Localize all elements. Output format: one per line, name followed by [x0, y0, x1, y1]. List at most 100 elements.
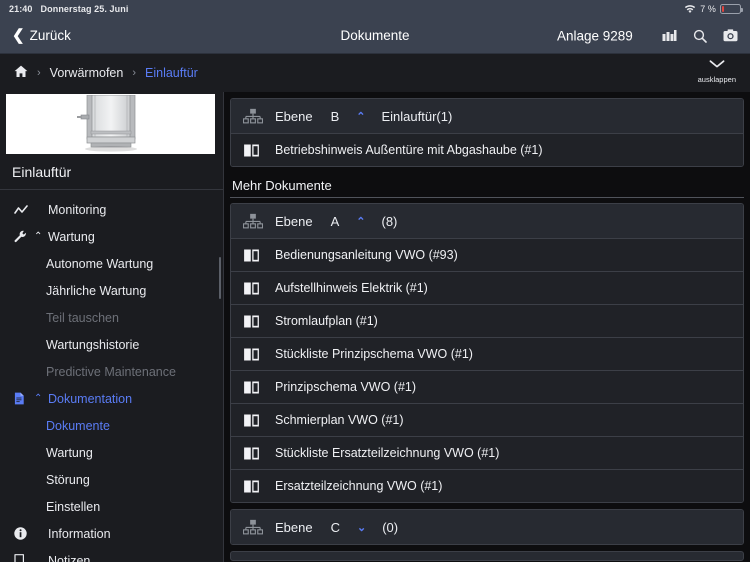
plant-label: Anlage 9289: [557, 28, 633, 43]
breadcrumb-item-vorwaermofen[interactable]: Vorwärmofen: [50, 66, 124, 80]
group-header-b[interactable]: Ebene B ⌃ Einlauftür(1): [231, 99, 743, 133]
wrench-icon: [14, 230, 34, 243]
sidebar-item-dok-wartung[interactable]: Wartung: [0, 439, 223, 466]
sidebar-item-teil-tauschen: Teil tauschen: [0, 304, 223, 331]
group-ebene-label: Ebene: [275, 213, 313, 229]
breadcrumb-separator-1: ›: [37, 67, 41, 79]
breadcrumb-item-einlauftuer[interactable]: Einlauftür: [145, 66, 198, 80]
sidebar-item-label: Wartungshistorie: [46, 337, 140, 352]
expand-button[interactable]: ausklappen: [698, 56, 736, 84]
sidebar-item-autonome-wartung[interactable]: Autonome Wartung: [0, 250, 223, 277]
navigation-bar: ❮ Zurück Dokumente Anlage 9289: [0, 18, 750, 54]
document-group-partial[interactable]: [230, 551, 744, 561]
chevron-left-icon: ❮: [12, 27, 25, 44]
document-title: Prinzipschema VWO (#1): [275, 380, 417, 394]
book-icon: [243, 479, 273, 494]
bookmark-icon: [14, 553, 34, 562]
sidebar-item-predictive-maintenance: Predictive Maintenance: [0, 358, 223, 385]
sidebar-item-label: Notizen: [48, 553, 91, 562]
document-row[interactable]: Aufstellhinweis Elektrik (#1): [231, 271, 743, 304]
book-icon: [243, 314, 273, 329]
document-row[interactable]: Bedienungsanleitung VWO (#93): [231, 238, 743, 271]
sidebar-item-label: Autonome Wartung: [46, 256, 154, 271]
sidebar-item-label: Monitoring: [48, 202, 107, 217]
sidebar-item-label: Wartung: [46, 445, 93, 460]
sidebar-item-monitoring[interactable]: Monitoring: [0, 196, 223, 223]
hierarchy-icon: [243, 108, 263, 124]
sidebar-item-label: Wartung: [48, 229, 95, 244]
sidebar-item-dokumente[interactable]: Dokumente: [0, 412, 223, 439]
factory-icon[interactable]: [662, 29, 677, 42]
chevron-up-icon: ⌃: [34, 231, 43, 242]
sidebar-item-einstellen[interactable]: Einstellen: [0, 493, 223, 520]
group-letter: A: [330, 213, 340, 229]
chevron-down-icon[interactable]: ⌄: [357, 521, 366, 534]
breadcrumb: › Vorwärmofen › Einlauftür ausklappen: [0, 54, 750, 92]
sidebar-item-wartungshistorie[interactable]: Wartungshistorie: [0, 331, 223, 358]
camera-icon[interactable]: [723, 29, 738, 42]
document-group-b: Ebene B ⌃ Einlauftür(1) Betriebshinweis Auße…: [230, 98, 744, 167]
sidebar-item-label: Predictive Maintenance: [46, 364, 176, 379]
back-button[interactable]: ❮ Zurück: [12, 28, 71, 43]
document-title: Ersatzteilzeichnung VWO (#1): [275, 479, 443, 493]
back-button-label: Zurück: [29, 28, 71, 43]
document-title: Stromlaufplan (#1): [275, 314, 378, 328]
sidebar-item-jaehrliche-wartung[interactable]: Jährliche Wartung: [0, 277, 223, 304]
group-count-label: (0): [382, 519, 399, 535]
document-title: Schmierplan VWO (#1): [275, 413, 404, 427]
group-header-a[interactable]: Ebene A ⌃ (8): [231, 204, 743, 238]
document-row[interactable]: Prinzipschema VWO (#1): [231, 370, 743, 403]
book-icon: [243, 413, 273, 428]
chart-line-icon: [14, 204, 34, 215]
book-icon: [243, 380, 273, 395]
document-list-panel: Ebene B ⌃ Einlauftür(1) Betriebshinweis Auße…: [224, 92, 750, 562]
wifi-icon: [684, 4, 696, 14]
chevron-up-icon[interactable]: ⌃: [356, 110, 365, 123]
hierarchy-icon: [243, 519, 263, 535]
sidebar-scrollbar[interactable]: [219, 257, 221, 299]
info-icon: [14, 527, 34, 540]
home-icon[interactable]: [14, 65, 28, 81]
group-ebene-label: Ebene: [275, 108, 313, 124]
expand-button-label: ausklappen: [697, 75, 736, 84]
document-row[interactable]: Stückliste Ersatzteilzeichnung VWO (#1): [231, 436, 743, 469]
group-count-label: (8): [381, 213, 398, 229]
sidebar: Einlauftür Monitoring ⌃ Wartung Autonome Wa…: [0, 92, 224, 562]
document-row[interactable]: Betriebshinweis Außentüre mit Abgashaube…: [231, 133, 743, 166]
document-title: Stückliste Ersatzteilzeichnung VWO (#1): [275, 446, 500, 460]
sidebar-item-label: Störung: [46, 472, 90, 487]
group-ebene-label: Ebene: [275, 519, 313, 535]
group-header-c[interactable]: Ebene C ⌄ (0): [231, 510, 743, 544]
einlauftuer-thumbnail[interactable]: [6, 94, 215, 154]
sidebar-item-notizen[interactable]: Notizen: [0, 547, 223, 562]
document-title: Stückliste Prinzipschema VWO (#1): [275, 347, 473, 361]
sidebar-item-label: Teil tauschen: [46, 310, 119, 325]
battery-icon: [720, 4, 743, 14]
document-title: Bedienungsanleitung VWO (#93): [275, 248, 458, 262]
sidebar-item-label: Einstellen: [46, 499, 101, 514]
sidebar-title: Einlauftür: [0, 154, 223, 190]
document-row[interactable]: Ersatzteilzeichnung VWO (#1): [231, 469, 743, 502]
document-row[interactable]: Stromlaufplan (#1): [231, 304, 743, 337]
chevron-down-icon: [709, 56, 725, 74]
group-count-label: Einlauftür(1): [381, 108, 453, 124]
group-letter: C: [330, 519, 340, 535]
sidebar-item-dokumentation[interactable]: ⌃ Dokumentation: [0, 385, 223, 412]
sidebar-item-stoerung[interactable]: Störung: [0, 466, 223, 493]
chevron-up-icon[interactable]: ⌃: [356, 215, 365, 228]
document-row[interactable]: Stückliste Prinzipschema VWO (#1): [231, 337, 743, 370]
status-bar: 21:40 Donnerstag 25. Juni 7 %: [0, 0, 750, 18]
search-icon[interactable]: [693, 29, 707, 43]
sidebar-item-wartung[interactable]: ⌃ Wartung: [0, 223, 223, 250]
sidebar-item-information[interactable]: Information: [0, 520, 223, 547]
group-letter: B: [330, 108, 340, 124]
status-date: Donnerstag 25. Juni: [40, 4, 129, 14]
document-row[interactable]: Schmierplan VWO (#1): [231, 403, 743, 436]
book-icon: [243, 281, 273, 296]
sidebar-item-label: Information: [48, 526, 111, 541]
book-icon: [243, 446, 273, 461]
book-icon: [243, 143, 273, 158]
sidebar-item-label: Dokumente: [46, 418, 110, 433]
document-icon: [14, 392, 34, 405]
document-title: Betriebshinweis Außentüre mit Abgashaube…: [275, 143, 543, 157]
